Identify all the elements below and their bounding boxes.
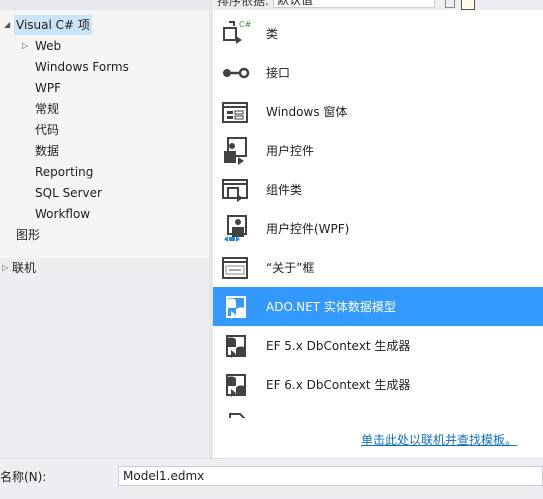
about-box-icon bbox=[222, 257, 248, 279]
document-icon bbox=[229, 413, 246, 418]
sort-dropdown-value: 默认值 bbox=[277, 0, 314, 7]
sort-label: 排序依据: bbox=[217, 0, 270, 8]
collapsed-arrow-icon[interactable]: ▷ bbox=[22, 36, 28, 56]
template-category-tree: ◢ Visual C# 项 ▷ Web Windows Forms WPF 常规… bbox=[0, 0, 209, 258]
tree-node-data[interactable]: 数据 bbox=[35, 141, 59, 161]
template-item-component-class[interactable]: 组件类 bbox=[213, 170, 543, 209]
tree-node-windows-forms[interactable]: Windows Forms bbox=[35, 57, 129, 77]
online-section: ▷ 联机 bbox=[0, 258, 209, 458]
ef-generator-icon bbox=[226, 374, 246, 397]
class-icon: C# bbox=[223, 20, 252, 44]
template-item-partial[interactable] bbox=[213, 404, 543, 418]
interface-icon bbox=[223, 67, 250, 79]
template-item-label: 接口 bbox=[266, 66, 291, 80]
wpf-user-control-icon bbox=[224, 215, 247, 242]
user-control-icon bbox=[224, 137, 247, 165]
find-templates-online-link[interactable]: 单击此处以联机并查找模板。 bbox=[361, 431, 517, 448]
template-item-label: Windows 窗体 bbox=[266, 105, 348, 119]
template-item-wpf-user-control[interactable]: 用户控件(WPF) bbox=[213, 209, 543, 248]
tree-node-graphics[interactable]: 图形 bbox=[16, 225, 40, 245]
tree-node-web[interactable]: Web bbox=[35, 36, 61, 56]
template-item-label: 用户控件 bbox=[266, 144, 315, 158]
expanded-arrow-icon[interactable]: ◢ bbox=[4, 15, 10, 35]
tree-node-reporting[interactable]: Reporting bbox=[35, 162, 93, 182]
collapsed-arrow-icon[interactable]: ▷ bbox=[2, 258, 8, 278]
template-item-label: EF 5.x DbContext 生成器 bbox=[266, 339, 411, 353]
tree-node-general[interactable]: 常规 bbox=[35, 99, 59, 119]
tree-node-online[interactable]: 联机 bbox=[12, 258, 36, 278]
template-item-label: 类 bbox=[266, 27, 279, 41]
entity-data-model-icon bbox=[226, 296, 246, 319]
tree-node-wpf[interactable]: WPF bbox=[35, 78, 61, 98]
template-item-ef5-dbcontext-generator[interactable]: EF 5.x DbContext 生成器 bbox=[213, 326, 543, 365]
template-item-ef6-dbcontext-generator[interactable]: EF 6.x DbContext 生成器 bbox=[213, 365, 543, 404]
tree-node-code[interactable]: 代码 bbox=[35, 120, 59, 140]
template-item-interface[interactable]: 接口 bbox=[213, 53, 543, 92]
sort-toolbar: 排序依据: 默认值 bbox=[213, 0, 543, 10]
template-list: 排序依据: 默认值 C# 类 接口 Windows 窗体 用户控件 组件类 用户… bbox=[213, 0, 543, 458]
template-item-windows-form[interactable]: Windows 窗体 bbox=[213, 92, 543, 131]
template-item-class[interactable]: C# 类 bbox=[213, 14, 543, 53]
template-item-about-box[interactable]: “关于”框 bbox=[213, 248, 543, 287]
template-item-label: “关于”框 bbox=[266, 261, 315, 275]
svg-text:C#: C# bbox=[239, 20, 252, 29]
ef-generator-icon bbox=[226, 335, 246, 358]
tree-node-workflow[interactable]: Workflow bbox=[35, 204, 90, 224]
template-item-label: 组件类 bbox=[266, 183, 303, 197]
component-class-icon bbox=[222, 179, 248, 202]
template-item-label: ADO.NET 实体数据模型 bbox=[266, 300, 396, 314]
windows-form-icon bbox=[222, 102, 248, 123]
tree-node-visual-csharp[interactable]: Visual C# 项 bbox=[14, 15, 92, 35]
name-row: 名称(N): bbox=[0, 458, 543, 499]
template-item-ado-net-entity-data-model[interactable]: ADO.NET 实体数据模型 bbox=[213, 287, 543, 326]
template-item-user-control[interactable]: 用户控件 bbox=[213, 131, 543, 170]
name-input[interactable] bbox=[118, 466, 543, 486]
sort-dropdown[interactable]: 默认值 bbox=[273, 0, 435, 8]
template-item-label: 用户控件(WPF) bbox=[266, 222, 350, 236]
tree-node-label: Visual C# 项 bbox=[16, 18, 90, 32]
tree-node-sql-server[interactable]: SQL Server bbox=[35, 183, 102, 203]
template-item-label: EF 6.x DbContext 生成器 bbox=[266, 378, 411, 392]
name-label: 名称(N): bbox=[0, 470, 47, 484]
tree-top-strip bbox=[0, 0, 209, 10]
small-icons-view-icon[interactable] bbox=[445, 0, 455, 8]
list-view-icon[interactable] bbox=[461, 0, 475, 10]
